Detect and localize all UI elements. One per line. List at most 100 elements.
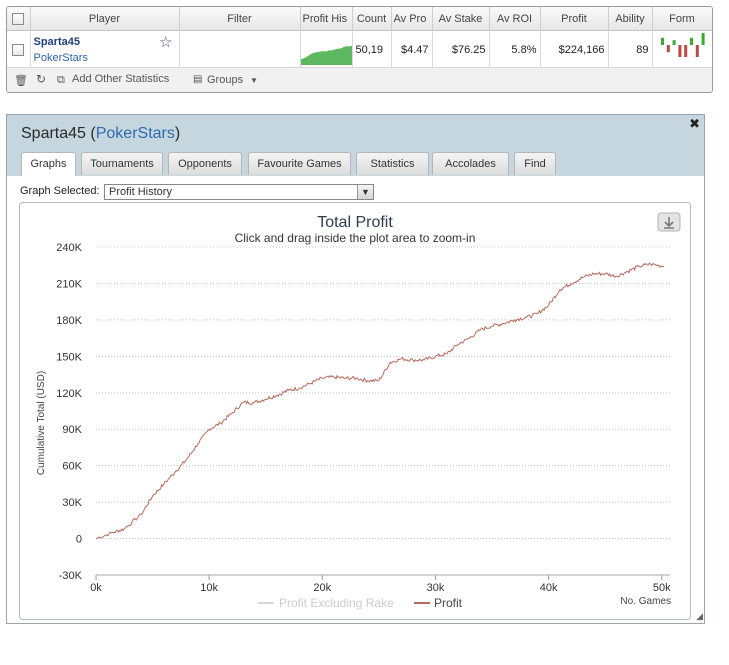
tab-accolades[interactable]: Accolades bbox=[432, 152, 509, 175]
form-bar bbox=[677, 45, 681, 57]
column-header-av-profit[interactable]: Av Pro bbox=[391, 7, 433, 31]
x-tick-label: 10k bbox=[200, 582, 218, 594]
x-tick-label: 20k bbox=[313, 582, 331, 594]
filter-cell bbox=[179, 30, 301, 69]
count-cell: 50,19 bbox=[352, 30, 392, 69]
graph-select-dropdown[interactable]: Profit History ▼ bbox=[104, 184, 374, 200]
y-tick-label: 30K bbox=[62, 497, 82, 509]
chevron-down-icon[interactable]: ▼ bbox=[250, 76, 258, 85]
graph-select-value: Profit History bbox=[109, 186, 172, 198]
x-tick-label: 50k bbox=[653, 582, 671, 594]
column-header-av-roi[interactable]: Av ROI bbox=[489, 7, 541, 31]
y-tick-label: 60K bbox=[62, 461, 82, 473]
refresh-icon[interactable]: ↻ bbox=[36, 72, 46, 86]
row-checkbox[interactable] bbox=[12, 43, 25, 56]
close-icon[interactable]: ✖ bbox=[689, 116, 700, 132]
column-header-profit-history[interactable]: Profit His bbox=[300, 7, 353, 31]
y-tick-label: 120K bbox=[56, 388, 82, 400]
window-header: Sparta45 (PokerStars) ✖ Graphs Tournamen… bbox=[7, 115, 704, 176]
graph-selected-label: Graph Selected: bbox=[20, 185, 100, 197]
profit-series-line[interactable] bbox=[95, 262, 665, 540]
profit-sparkline-area bbox=[300, 45, 351, 65]
y-tick-label: 210K bbox=[56, 278, 82, 290]
chart-title: Total Profit bbox=[317, 214, 393, 231]
y-tick-label: 150K bbox=[56, 351, 82, 363]
tab-opponents[interactable]: Opponents bbox=[168, 152, 242, 175]
tab-find[interactable]: Find bbox=[514, 152, 556, 175]
x-tick-label: 30k bbox=[427, 582, 445, 594]
tab-graphs[interactable]: Graphs bbox=[21, 152, 76, 176]
form-bar bbox=[689, 37, 693, 45]
column-header-form[interactable]: Form bbox=[652, 7, 712, 31]
legend-item-profit-excluding-rake[interactable]: Profit Excluding Rake bbox=[258, 596, 394, 610]
ability-cell: 89 bbox=[608, 30, 653, 69]
form-bar bbox=[701, 33, 705, 45]
player-stats-panel: Player Filter Profit His Count Av Pro Av… bbox=[6, 6, 713, 93]
export-button[interactable] bbox=[657, 212, 681, 232]
form-bar bbox=[666, 45, 670, 53]
window-title: Sparta45 (PokerStars) bbox=[21, 125, 181, 142]
add-statistics-icon[interactable]: ⧉ bbox=[57, 74, 65, 87]
trash-icon[interactable]: 🗑 bbox=[14, 74, 28, 87]
window-title-site-link[interactable]: PokerStars bbox=[96, 125, 175, 142]
column-header-av-stake[interactable]: Av Stake bbox=[432, 7, 490, 31]
legend-label-profit[interactable]: Profit bbox=[434, 596, 463, 610]
y-tick-label: 0 bbox=[76, 534, 82, 546]
y-axis-label: Cumulative Total (USD) bbox=[36, 371, 47, 475]
column-header-count[interactable]: Count bbox=[352, 7, 392, 31]
profit-sparkline bbox=[300, 45, 351, 65]
y-tick-label: 240K bbox=[56, 242, 82, 254]
player-stats-table: Player Filter Profit His Count Av Pro Av… bbox=[7, 7, 712, 69]
x-axis-ticks: 0k 10k 20k 30k 40k 50k bbox=[90, 574, 671, 594]
chart-frame: Total Profit Click and drag inside the p… bbox=[19, 202, 691, 620]
form-bar bbox=[695, 45, 699, 57]
y-tick-label: -30K bbox=[59, 570, 83, 582]
chart-subtitle: Click and drag inside the plot area to z… bbox=[235, 231, 476, 245]
player-profile-window: Sparta45 (PokerStars) ✖ Graphs Tournamen… bbox=[6, 114, 705, 624]
column-header-ability[interactable]: Ability bbox=[608, 7, 653, 31]
total-profit-chart[interactable]: Total Profit Click and drag inside the p… bbox=[20, 203, 690, 619]
y-tick-label: 180K bbox=[56, 315, 82, 327]
form-bar bbox=[672, 40, 676, 45]
form-bar bbox=[683, 45, 687, 57]
table-row[interactable]: Sparta45 PokerStars ☆ 50,19 $4.47 $76.25… bbox=[7, 30, 712, 69]
column-header-profit[interactable]: Profit bbox=[540, 7, 609, 31]
player-name-link[interactable]: Sparta45 bbox=[34, 36, 176, 48]
profit-cell: $224,166 bbox=[540, 30, 609, 69]
window-title-player: Sparta45 bbox=[21, 125, 86, 142]
table-header-row: Player Filter Profit His Count Av Pro Av… bbox=[7, 7, 712, 31]
legend-label-profit-excluding-rake[interactable]: Profit Excluding Rake bbox=[279, 596, 394, 610]
x-tick-label: 0k bbox=[90, 582, 102, 594]
y-axis-ticks: -30K 0 30K 60K 90K 120K 150K 180K 210K 240K bbox=[56, 242, 82, 582]
chevron-down-icon[interactable]: ▼ bbox=[357, 185, 373, 199]
x-tick-label: 40k bbox=[540, 582, 558, 594]
profit-history-sparkline-cell bbox=[300, 30, 353, 69]
player-cell: Sparta45 PokerStars ☆ bbox=[30, 30, 180, 69]
select-all-checkbox-cell[interactable] bbox=[7, 7, 31, 31]
chart-legend: Profit Excluding Rake Profit bbox=[258, 596, 463, 610]
column-header-filter[interactable]: Filter bbox=[179, 7, 301, 31]
column-header-player[interactable]: Player bbox=[30, 7, 180, 31]
add-other-statistics-button[interactable]: Add Other Statistics bbox=[72, 73, 169, 85]
groups-button[interactable]: Groups bbox=[207, 74, 243, 86]
stats-toolbar: 🗑 ↻ ⧉ Add Other Statistics ▤ Groups ▼ bbox=[7, 67, 712, 92]
form-cell bbox=[652, 30, 712, 69]
tab-tournaments[interactable]: Tournaments bbox=[81, 152, 163, 175]
player-site-link[interactable]: PokerStars bbox=[34, 52, 176, 64]
av-roi-cell: 5.8% bbox=[489, 30, 541, 69]
form-bar bbox=[660, 37, 664, 45]
y-tick-label: 90K bbox=[62, 424, 82, 436]
resize-handle-icon[interactable]: ◢ bbox=[696, 611, 703, 622]
tab-favourite-games[interactable]: Favourite Games bbox=[248, 152, 351, 175]
favourite-star-icon[interactable]: ☆ bbox=[159, 33, 172, 51]
select-all-checkbox[interactable] bbox=[12, 12, 25, 25]
x-axis-label: No. Games bbox=[620, 596, 671, 607]
row-checkbox-cell[interactable] bbox=[7, 30, 31, 69]
av-stake-cell: $76.25 bbox=[432, 30, 490, 69]
legend-item-profit[interactable]: Profit bbox=[414, 596, 463, 610]
chart-grid bbox=[96, 246, 670, 576]
tab-statistics[interactable]: Statistics bbox=[356, 152, 429, 175]
groups-icon[interactable]: ▤ bbox=[193, 74, 202, 85]
av-profit-cell: $4.47 bbox=[391, 30, 433, 69]
form-chart bbox=[660, 33, 705, 57]
